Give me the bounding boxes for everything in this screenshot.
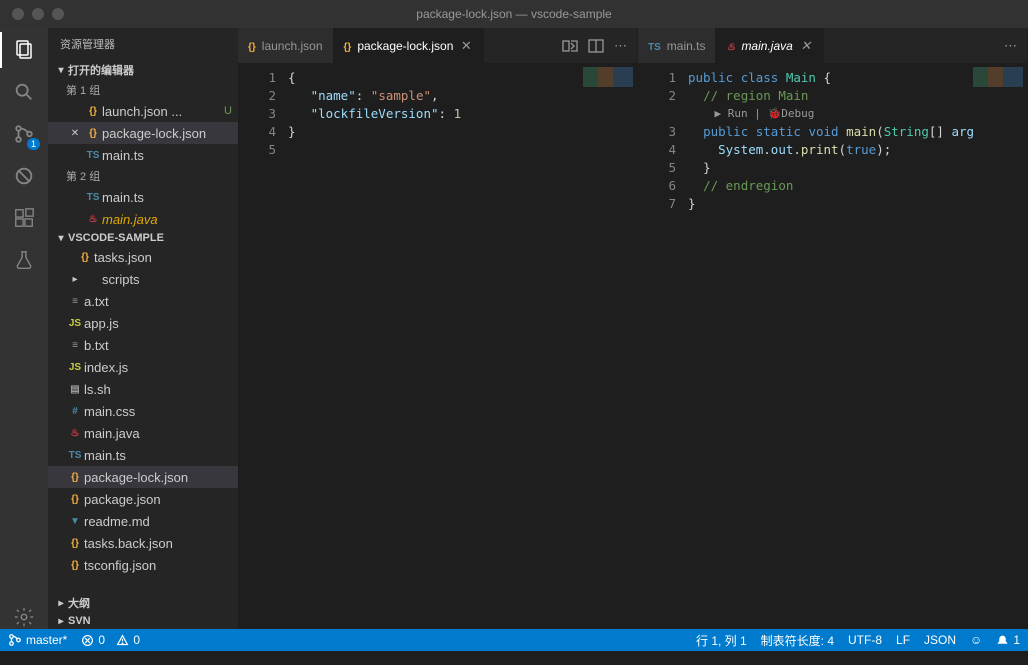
file-item[interactable]: {}tsconfig.json bbox=[48, 554, 238, 576]
file-item[interactable]: #main.css bbox=[48, 400, 238, 422]
more-icon[interactable]: ⋯ bbox=[614, 38, 627, 54]
debug-icon[interactable] bbox=[12, 164, 36, 188]
open-editor-item[interactable]: ♨main.java bbox=[48, 208, 238, 230]
open-editors-header[interactable]: ▾打开的编辑器 bbox=[48, 60, 238, 80]
window-controls[interactable] bbox=[0, 8, 64, 20]
more-icon[interactable]: ⋯ bbox=[1004, 38, 1017, 54]
eol[interactable]: LF bbox=[896, 633, 910, 647]
file-item[interactable]: ▼readme.md bbox=[48, 510, 238, 532]
editor-group-1: {}launch.json{}package-lock.json✕ ⋯ 1234… bbox=[238, 28, 638, 629]
tabs-group-1: {}launch.json{}package-lock.json✕ ⋯ bbox=[238, 28, 637, 63]
problems-status[interactable]: 0 0 bbox=[81, 633, 140, 647]
open-editor-item[interactable]: ✕{}package-lock.json bbox=[48, 122, 238, 144]
file-item[interactable]: {}package.json bbox=[48, 488, 238, 510]
tab[interactable]: {}package-lock.json✕ bbox=[334, 28, 485, 63]
window-title: package-lock.json — vscode-sample bbox=[416, 7, 611, 21]
editor-1[interactable]: 12345 { "name": "sample", "lockfileVersi… bbox=[238, 63, 637, 629]
cursor-position[interactable]: 行 1, 列 1 bbox=[696, 632, 747, 649]
titlebar: package-lock.json — vscode-sample bbox=[0, 0, 1028, 28]
file-item[interactable]: ♨main.java bbox=[48, 422, 238, 444]
extensions-icon[interactable] bbox=[12, 206, 36, 230]
tabs-group-2: TSmain.ts♨main.java✕ ⋯ bbox=[638, 28, 1027, 63]
tab[interactable]: ♨main.java✕ bbox=[716, 28, 823, 63]
editor-2[interactable]: 1234567 public class Main { // region Ma… bbox=[638, 63, 1027, 629]
file-item[interactable]: TSmain.ts bbox=[48, 444, 238, 466]
beaker-icon[interactable] bbox=[12, 248, 36, 272]
minimap[interactable] bbox=[973, 67, 1023, 87]
feedback-icon[interactable]: ☺ bbox=[970, 633, 982, 647]
compare-icon[interactable] bbox=[562, 38, 578, 54]
minimap[interactable] bbox=[583, 67, 633, 87]
group-1-label: 第 1 组 bbox=[48, 80, 238, 100]
file-item[interactable]: JSapp.js bbox=[48, 312, 238, 334]
statusbar: master* 0 0 行 1, 列 1 制表符长度: 4 UTF-8 LF J… bbox=[0, 629, 1028, 651]
tab[interactable]: TSmain.ts bbox=[638, 28, 716, 63]
tab-size[interactable]: 制表符长度: 4 bbox=[761, 632, 834, 649]
notifications[interactable]: 1 bbox=[996, 633, 1020, 647]
file-item[interactable]: ▸scripts bbox=[48, 268, 238, 290]
file-item[interactable]: {}tasks.json bbox=[48, 246, 238, 268]
tab-actions: ⋯ bbox=[552, 28, 637, 63]
open-editor-item[interactable]: TSmain.ts bbox=[48, 186, 238, 208]
editor-group-2: TSmain.ts♨main.java✕ ⋯ 1234567 public cla… bbox=[638, 28, 1028, 629]
close-icon[interactable]: ✕ bbox=[459, 38, 473, 54]
scm-icon[interactable]: 1 bbox=[12, 122, 36, 146]
group-2-label: 第 2 组 bbox=[48, 166, 238, 186]
language-mode[interactable]: JSON bbox=[924, 633, 956, 647]
file-item[interactable]: ≡b.txt bbox=[48, 334, 238, 356]
svn-header[interactable]: ▸SVN bbox=[48, 613, 238, 629]
outline-header[interactable]: ▸大纲 bbox=[48, 593, 238, 613]
sidebar: 资源管理器 ▾打开的编辑器 第 1 组 {}launch.json ...U✕{… bbox=[48, 28, 238, 629]
file-item[interactable]: JSindex.js bbox=[48, 356, 238, 378]
scm-badge: 1 bbox=[27, 138, 40, 150]
file-item[interactable]: {}tasks.back.json bbox=[48, 532, 238, 554]
file-item[interactable]: ≡a.txt bbox=[48, 290, 238, 312]
activity-bar: 1 bbox=[0, 28, 48, 629]
split-icon[interactable] bbox=[588, 38, 604, 54]
encoding[interactable]: UTF-8 bbox=[848, 633, 882, 647]
branch-status[interactable]: master* bbox=[8, 633, 67, 647]
sidebar-title: 资源管理器 bbox=[48, 28, 238, 60]
folder-header[interactable]: ▾VSCODE-SAMPLE bbox=[48, 230, 238, 246]
settings-gear-icon[interactable] bbox=[12, 605, 36, 629]
explorer-icon[interactable] bbox=[12, 38, 36, 62]
close-icon[interactable]: ✕ bbox=[799, 38, 813, 54]
open-editor-item[interactable]: {}launch.json ...U bbox=[48, 100, 238, 122]
open-editor-item[interactable]: TSmain.ts bbox=[48, 144, 238, 166]
search-icon[interactable] bbox=[12, 80, 36, 104]
tab[interactable]: {}launch.json bbox=[238, 28, 334, 63]
file-item[interactable]: {}package-lock.json bbox=[48, 466, 238, 488]
file-item[interactable]: ▤ls.sh bbox=[48, 378, 238, 400]
